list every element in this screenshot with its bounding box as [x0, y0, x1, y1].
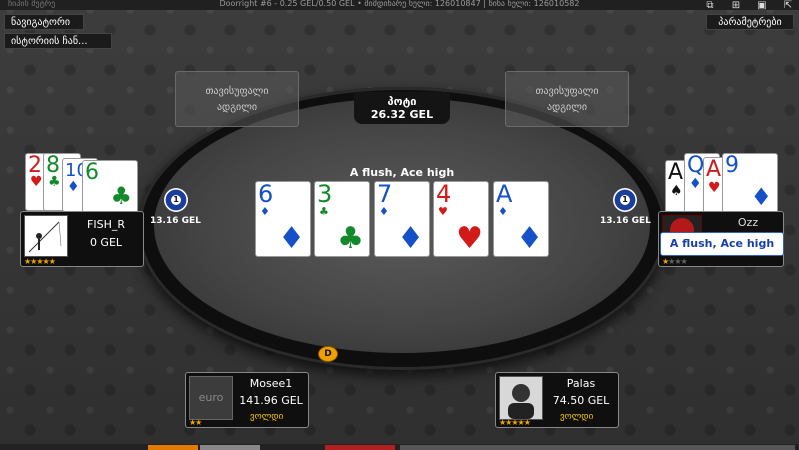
card-rank: 7 [377, 181, 393, 208]
board-card: 4 ♥ ♥ [433, 181, 489, 257]
window-icons: ⧉ ⊞ ▣ ⇱ [703, 0, 795, 11]
empty-seat-label: ადგილი [546, 102, 588, 113]
bet-amount: 13.16 GEL [150, 216, 201, 226]
player-seat-mosee[interactable]: euro Mosee1 141.96 GEL ვოლდი ★★ [185, 372, 309, 428]
board-card: 6 ♦ ♦ [255, 181, 311, 257]
card-rank: 6 [258, 181, 274, 208]
card-suit-pip: ♥ [30, 174, 43, 190]
player-stack: 74.50 GEL [552, 394, 610, 407]
empty-seat-left[interactable]: თავისუფალი ადგილი [175, 71, 299, 127]
player-rating: ★★★★★ [499, 418, 531, 427]
bet-chips-icon: 1 [164, 188, 188, 212]
card-suit-icon: ♥ [456, 221, 483, 256]
table-layout-icon[interactable]: ⊞ [729, 0, 743, 11]
empty-seat-label: თავისუფალი [535, 86, 599, 97]
bottom-tab[interactable] [200, 445, 260, 450]
player-rating: ★★★★ [662, 257, 688, 266]
board-card: 3 ♣ ♣ [314, 181, 370, 257]
title-bar: ჩიპის მეტრე Doorright #6 - 0.25 GEL/0.50… [0, 0, 799, 10]
card-suit-pip: ♦ [260, 205, 270, 218]
hole-card: 9 ♦ [722, 153, 778, 215]
player-name: Palas [566, 377, 596, 390]
hand-result-label: A flush, Ace high [349, 166, 455, 179]
person-avatar-icon [508, 384, 534, 419]
empty-seat-right[interactable]: თავისუფალი ადგილი [505, 71, 629, 127]
card-suit-pip: ♥ [438, 205, 448, 218]
fishing-avatar-icon [28, 221, 62, 253]
card-suit-pip: ♣ [319, 205, 329, 218]
card-rank: 4 [436, 181, 452, 208]
player-status: ვოლდი [560, 412, 594, 422]
history-button[interactable]: ისტორიის ჩან... [4, 33, 112, 49]
card-suit-icon: ♦ [397, 221, 424, 256]
camera-icon[interactable]: ▣ [755, 0, 769, 11]
player-rating: ★★ [189, 418, 202, 427]
player-status: ვოლდი [250, 412, 284, 422]
player-seat-palas[interactable]: Palas 74.50 GEL ვოლდი ★★★★★ [495, 372, 619, 428]
board-card: A ♦ ♦ [493, 181, 549, 257]
pot-label: პოტი [387, 95, 417, 108]
board-card: 7 ♦ ♦ [374, 181, 430, 257]
empty-seat-label: თავისუფალი [205, 86, 269, 97]
card-suit-icon: ♦ [278, 221, 305, 256]
card-rank: A [496, 181, 513, 208]
player-name: Ozz [737, 216, 759, 229]
table-title: Doorright #6 - 0.25 GEL/0.50 GEL • მიმდი… [219, 0, 580, 8]
player-seat-fish[interactable]: FISH_R 0 GEL ★★★★★ [20, 211, 144, 267]
winning-hand-banner: A flush, Ace high [660, 232, 784, 256]
card-suit-pip: ♠ [670, 183, 683, 199]
card-suit-icon: ♣ [110, 182, 132, 210]
avatar [24, 215, 68, 257]
bet-amount: 13.16 GEL [600, 216, 651, 226]
settings-button[interactable]: პარამეტრები [706, 14, 794, 30]
avatar [499, 376, 543, 420]
dealer-button: D [318, 346, 338, 362]
empty-seat-label: ადგილი [216, 102, 258, 113]
card-suit-pip: ♦ [689, 176, 702, 192]
player-stack: 141.96 GEL [239, 394, 303, 407]
navigator-button[interactable]: ნავიგატორი [4, 14, 84, 30]
card-suit-pip: ♥ [708, 180, 721, 196]
card-rank: 6 [85, 160, 99, 185]
bottom-tab[interactable] [325, 445, 395, 450]
card-suit-pip: ♦ [498, 205, 508, 218]
hole-card: 6 ♣ [82, 160, 138, 214]
card-suit-pip: ♦ [67, 179, 80, 195]
card-suit-pip: ♦ [379, 205, 389, 218]
card-suit-icon: ♣ [337, 221, 364, 256]
restore-icon[interactable]: ⧉ [703, 0, 717, 11]
card-rank: 9 [725, 153, 739, 178]
player-rating: ★★★★★ [24, 257, 56, 266]
rating-star-off: ★★★ [668, 257, 687, 266]
player-name: Mosee1 [249, 377, 293, 390]
pot-amount: 26.32 GEL [370, 108, 434, 121]
pot-display: პოტი 26.32 GEL [354, 92, 450, 124]
card-suit-icon: ♦ [750, 183, 772, 211]
player-stack: 0 GEL [89, 236, 123, 249]
close-window-icon[interactable]: ⇱ [781, 0, 795, 11]
player-name: FISH_R [87, 218, 125, 231]
card-rank: 3 [317, 181, 333, 208]
bet-chips-icon: 1 [613, 188, 637, 212]
avatar-euro-icon: euro [189, 376, 233, 420]
card-suit-icon: ♦ [516, 221, 543, 256]
bottom-tab[interactable] [148, 445, 198, 450]
card-suit-pip: ♣ [48, 174, 61, 190]
bottom-tab[interactable] [400, 445, 795, 450]
